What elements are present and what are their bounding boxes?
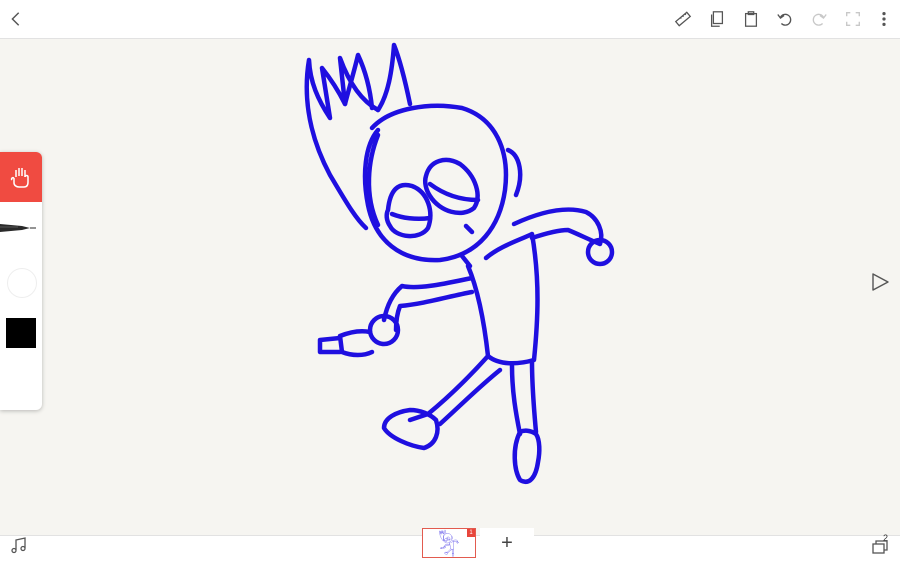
paste-button[interactable] [741, 9, 761, 29]
copy-icon [710, 11, 724, 27]
layers-count: 2 [883, 533, 889, 543]
hand-icon [10, 168, 29, 188]
frame-thumbnail[interactable]: 1 [422, 528, 476, 558]
held-object-tip-stroke [317, 335, 343, 355]
torso-stroke [465, 231, 540, 366]
right-eyelid-stroke [427, 181, 481, 203]
fullscreen-icon [846, 12, 860, 26]
left-foot-stroke [381, 407, 440, 451]
add-frame-label: + [501, 531, 513, 554]
play-icon [872, 273, 889, 291]
right-leg-inner-stroke [529, 359, 539, 435]
stick-figure-drawing [304, 42, 615, 484]
add-frame-button[interactable]: + [480, 528, 534, 558]
tool-panel [0, 152, 42, 410]
ruler-icon [674, 11, 692, 27]
left-arm-lower-stroke [393, 289, 475, 333]
undo-button[interactable] [775, 9, 795, 29]
back-button[interactable] [6, 9, 26, 29]
fullscreen-button[interactable] [843, 9, 863, 29]
pen-tool-button[interactable] [0, 218, 36, 243]
drawing-canvas[interactable] [0, 39, 900, 535]
copy-button[interactable] [707, 9, 727, 29]
left-eye-stroke [384, 182, 433, 239]
held-object-stroke [337, 328, 375, 358]
hand-tool-button[interactable] [0, 152, 42, 202]
hair-stroke-2 [375, 42, 413, 113]
play-button[interactable] [870, 272, 890, 292]
ear-stroke [505, 147, 523, 198]
color-swatch-button[interactable] [6, 318, 36, 348]
right-arm-stroke [511, 207, 604, 247]
top-toolbar [0, 0, 900, 39]
pen-icon [0, 224, 36, 232]
more-icon [882, 11, 886, 27]
right-leg-stroke [509, 363, 523, 437]
left-eyelid-stroke [389, 211, 433, 222]
frame-number-badge: 1 [467, 529, 475, 537]
redo-button[interactable] [809, 9, 829, 29]
right-foot-stroke [512, 428, 542, 484]
paste-icon [744, 11, 758, 27]
brush-size-button[interactable] [7, 268, 37, 298]
color-swatch [6, 318, 36, 348]
mouth-stroke [463, 223, 475, 235]
ruler-button[interactable] [673, 9, 693, 29]
music-button[interactable] [10, 537, 28, 555]
head-stroke [362, 103, 509, 263]
more-button[interactable] [874, 9, 894, 29]
undo-icon [777, 13, 792, 26]
back-icon [11, 12, 20, 26]
redo-icon [812, 13, 827, 26]
music-note-icon [11, 537, 26, 554]
